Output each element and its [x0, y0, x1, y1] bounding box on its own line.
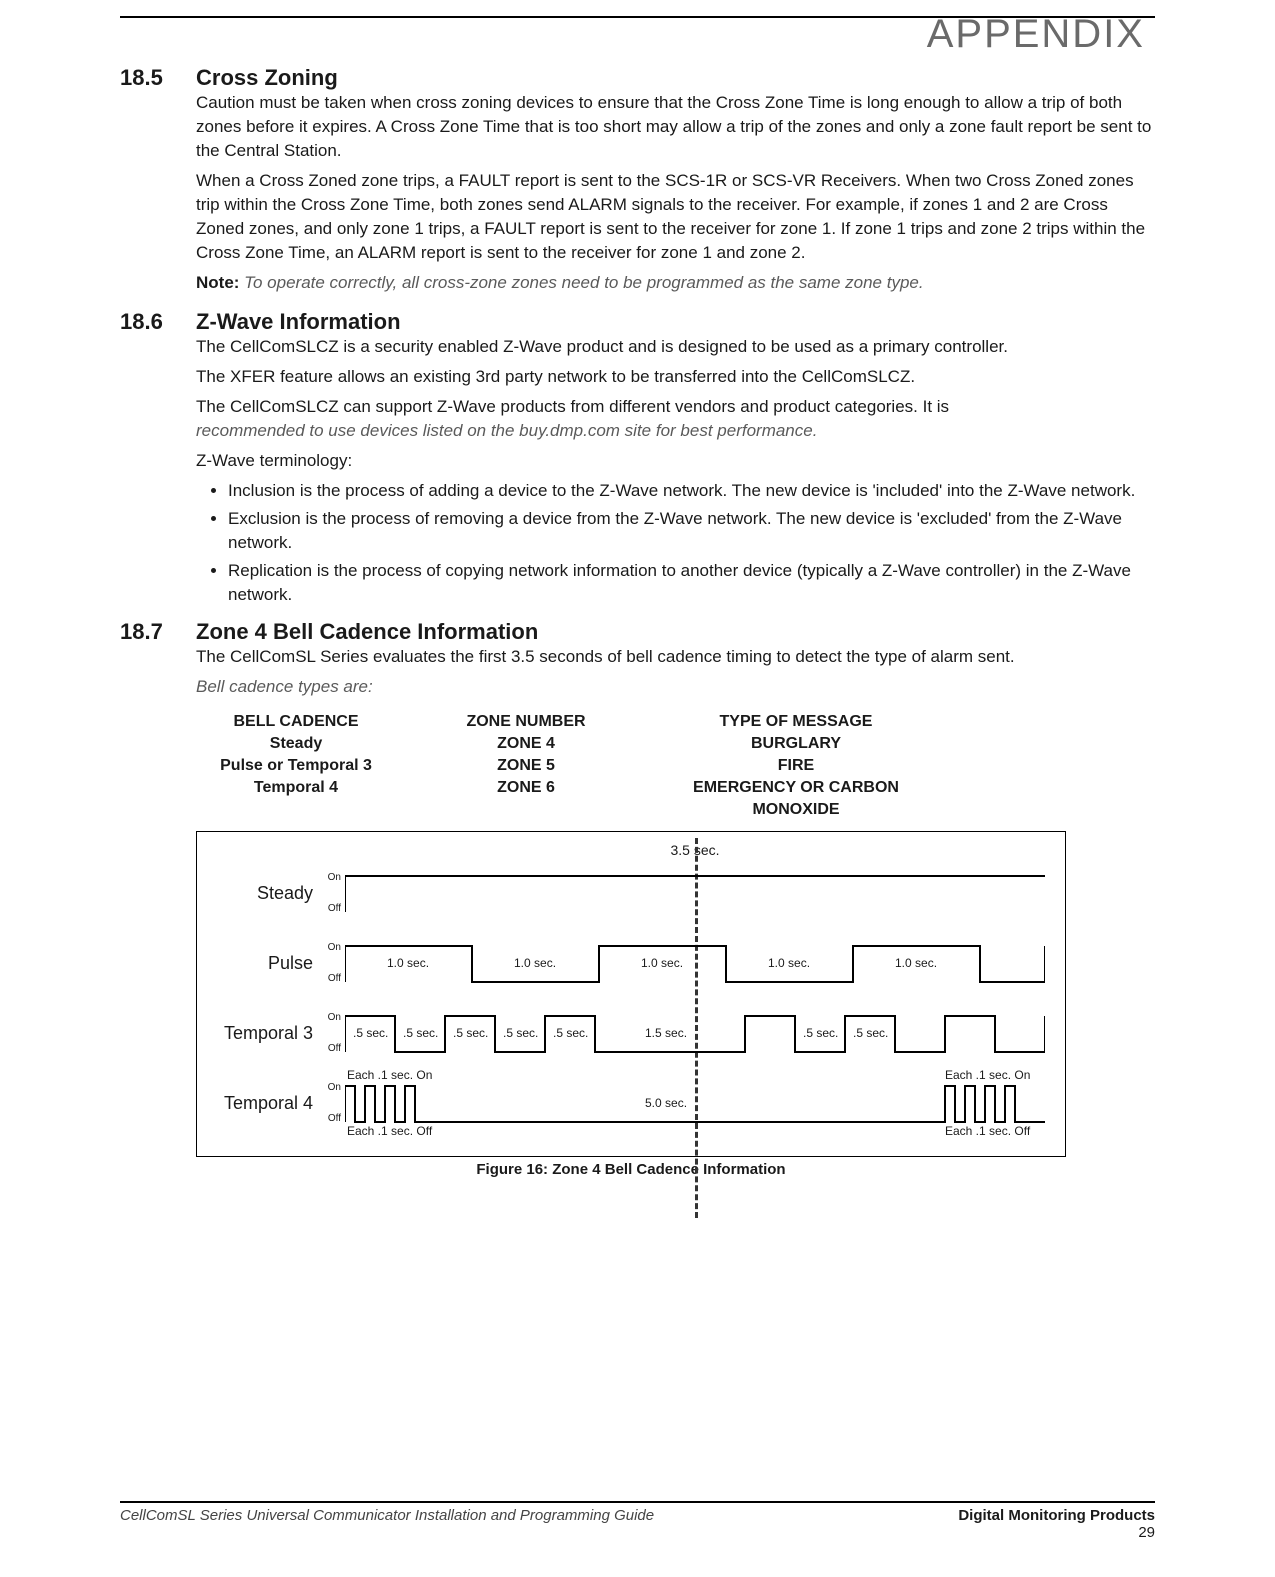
- appendix-banner: APPENDIX: [120, 12, 1155, 57]
- off-label: Off: [313, 1113, 341, 1124]
- time-label: 1.0 sec.: [895, 956, 937, 970]
- time-label: .5 sec.: [803, 1026, 838, 1040]
- on-label: On: [313, 942, 341, 953]
- section-number: 18.5: [120, 65, 196, 91]
- table-cell: FIRE: [656, 755, 936, 777]
- list-item: Exclusion is the process of removing a d…: [228, 507, 1155, 555]
- time-label: 1.0 sec.: [641, 956, 683, 970]
- time-label: 1.5 sec.: [645, 1026, 687, 1040]
- section-18-6: 18.6 Z-Wave Information The CellComSLCZ …: [120, 309, 1155, 611]
- row-label: Steady: [209, 883, 313, 904]
- row-label: Temporal 4: [209, 1093, 313, 1114]
- paragraph: Z-Wave terminology:: [196, 449, 1155, 473]
- waveform-row-temporal4: Temporal 4 On Off Each .1 sec. On Each .…: [209, 1068, 1053, 1138]
- figure-caption: Figure 16: Zone 4 Bell Cadence Informati…: [196, 1161, 1066, 1178]
- time-label: 1.0 sec.: [387, 956, 429, 970]
- time-label: 1.0 sec.: [514, 956, 556, 970]
- time-label: Each .1 sec. Off: [347, 1124, 432, 1138]
- section-title: Zone 4 Bell Cadence Information: [196, 619, 1155, 645]
- on-label: On: [313, 1082, 341, 1093]
- time-label: Each .1 sec. On: [945, 1068, 1030, 1082]
- paragraph: The XFER feature allows an existing 3rd …: [196, 365, 1155, 389]
- time-label: .5 sec.: [503, 1026, 538, 1040]
- note-text: To operate correctly, all cross-zone zon…: [244, 273, 923, 292]
- off-label: Off: [313, 1043, 341, 1054]
- temporal4-waveform: [345, 1082, 1045, 1124]
- cadence-table: BELL CADENCE Steady Pulse or Temporal 3 …: [196, 711, 1155, 821]
- off-label: Off: [313, 973, 341, 984]
- waveform-row-steady: Steady On Off: [209, 858, 1053, 928]
- table-header: ZONE NUMBER: [396, 711, 656, 733]
- row-label: Temporal 3: [209, 1023, 313, 1044]
- time-label: Each .1 sec. Off: [945, 1124, 1030, 1138]
- bullet-list: Inclusion is the process of adding a dev…: [210, 479, 1155, 607]
- on-label: On: [313, 1012, 341, 1023]
- table-header: BELL CADENCE: [196, 711, 396, 733]
- table-cell: ZONE 6: [396, 777, 656, 799]
- on-label: On: [313, 872, 341, 883]
- time-label: .5 sec.: [853, 1026, 888, 1040]
- paragraph: The CellComSL Series evaluates the first…: [196, 645, 1155, 669]
- steady-waveform: [345, 872, 1045, 914]
- paragraph: Caution must be taken when cross zoning …: [196, 91, 1155, 163]
- footer-left: CellComSL Series Universal Communicator …: [120, 1507, 654, 1541]
- section-number: 18.6: [120, 309, 196, 335]
- italic-text: Bell cadence types are:: [196, 675, 1155, 699]
- table-cell: ZONE 4: [396, 733, 656, 755]
- time-label: .5 sec.: [353, 1026, 388, 1040]
- table-header: TYPE OF MESSAGE: [656, 711, 936, 733]
- time-label: Each .1 sec. On: [347, 1068, 432, 1082]
- waveform-row-temporal3: Temporal 3 On Off .5 sec. .5 sec. .5 sec…: [209, 998, 1053, 1068]
- italic-text: recommended to use devices listed on the…: [196, 421, 817, 440]
- paragraph: The CellComSLCZ is a security enabled Z-…: [196, 335, 1155, 359]
- row-label: Pulse: [209, 953, 313, 974]
- figure-16: 3.5 sec. Steady On Off Pulse On Off: [196, 831, 1066, 1157]
- table-cell: EMERGENCY OR CARBON MONOXIDE: [656, 777, 936, 821]
- paragraph: The CellComSLCZ can support Z-Wave produ…: [196, 395, 1155, 443]
- table-cell: ZONE 5: [396, 755, 656, 777]
- temporal3-waveform: [345, 1012, 1045, 1054]
- waveform-row-pulse: Pulse On Off 1.0 sec. 1.0 sec. 1.0 sec. …: [209, 928, 1053, 998]
- list-item: Replication is the process of copying ne…: [228, 559, 1155, 607]
- section-title: Z-Wave Information: [196, 309, 1155, 335]
- time-label: 5.0 sec.: [645, 1096, 687, 1110]
- section-18-5: 18.5 Cross Zoning Caution must be taken …: [120, 65, 1155, 301]
- page-number: 29: [958, 1524, 1155, 1541]
- time-label: .5 sec.: [553, 1026, 588, 1040]
- table-cell: BURGLARY: [656, 733, 936, 755]
- pulse-waveform: [345, 942, 1045, 984]
- footer-right: Digital Monitoring Products: [958, 1507, 1155, 1524]
- table-cell: Pulse or Temporal 3: [196, 755, 396, 777]
- time-label: .5 sec.: [403, 1026, 438, 1040]
- page-footer: CellComSL Series Universal Communicator …: [120, 1501, 1155, 1541]
- section-number: 18.7: [120, 619, 196, 645]
- table-cell: Steady: [196, 733, 396, 755]
- list-item: Inclusion is the process of adding a dev…: [228, 479, 1155, 503]
- time-label: 1.0 sec.: [768, 956, 810, 970]
- note: Note: To operate correctly, all cross-zo…: [196, 271, 1155, 295]
- table-cell: Temporal 4: [196, 777, 396, 799]
- note-label: Note:: [196, 273, 244, 292]
- paragraph: When a Cross Zoned zone trips, a FAULT r…: [196, 169, 1155, 265]
- section-18-7: 18.7 Zone 4 Bell Cadence Information The…: [120, 619, 1155, 705]
- off-label: Off: [313, 903, 341, 914]
- section-title: Cross Zoning: [196, 65, 1155, 91]
- time-label: .5 sec.: [453, 1026, 488, 1040]
